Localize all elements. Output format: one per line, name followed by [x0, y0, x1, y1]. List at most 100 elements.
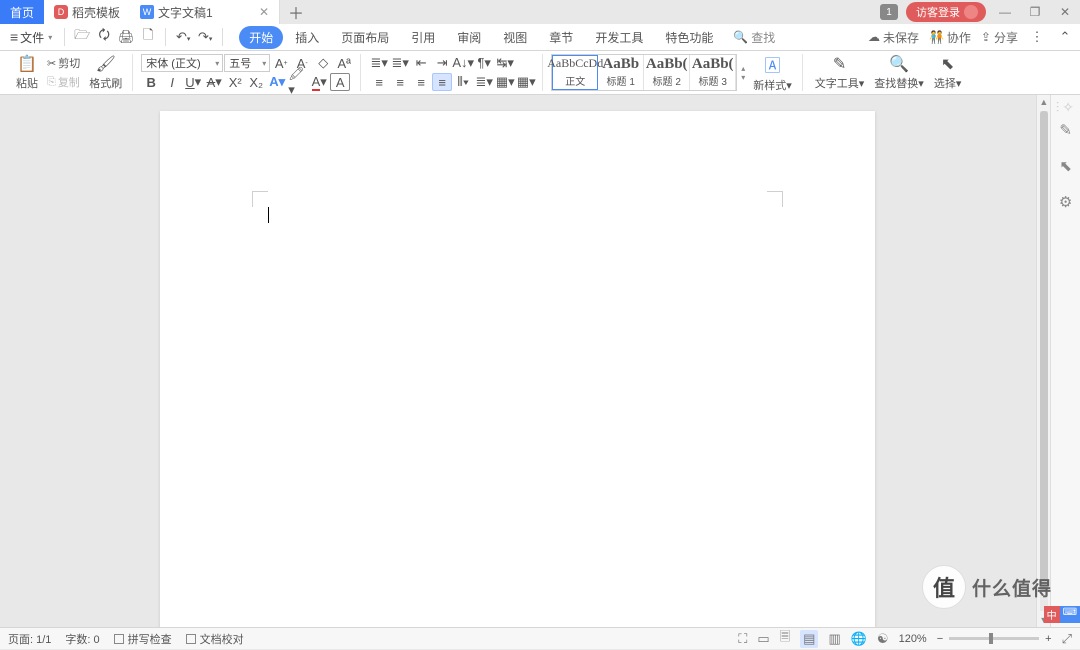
close-tab-icon[interactable]: ✕ [259, 5, 269, 19]
settings-tool-icon[interactable]: ⚙ [1057, 193, 1075, 211]
share-button[interactable]: ⇪分享 [981, 29, 1018, 46]
superscript-button[interactable]: X² [225, 73, 245, 91]
increase-indent-button[interactable]: ⇥ [432, 54, 452, 72]
tab-stops-button[interactable]: ↹▾ [495, 54, 515, 72]
style-3[interactable]: AaBb(标题 3 [690, 55, 736, 90]
tab-home[interactable]: 首页 [0, 0, 44, 24]
zoom-slider[interactable]: − + [937, 633, 1052, 645]
nightmode-icon[interactable]: ☯ [877, 631, 889, 647]
collapse-ribbon-icon[interactable]: ⌃ [1056, 29, 1074, 45]
font-size-select[interactable]: 五号 [224, 54, 270, 72]
tab-docell-templates[interactable]: D 稻壳模板 [44, 0, 130, 24]
char-border-button[interactable]: A [330, 73, 350, 91]
zoom-out-icon[interactable]: − [937, 633, 943, 645]
save-icon[interactable]: 🗘 [95, 26, 113, 48]
bullets-button[interactable]: ≣▾ [369, 54, 389, 72]
ribbon-tab-1[interactable]: 插入 [285, 26, 329, 49]
window-maximize-button[interactable]: ❐ [1024, 5, 1046, 19]
window-minimize-button[interactable]: — [994, 5, 1016, 19]
pointer-tool-icon[interactable]: ⬉ [1057, 157, 1075, 175]
ribbon-tab-7[interactable]: 开发工具 [585, 26, 653, 49]
italic-button[interactable]: I [162, 73, 182, 91]
guest-login-button[interactable]: 访客登录 [906, 2, 986, 22]
eye-protect-icon[interactable]: 🌐 [851, 631, 867, 647]
new-style-button[interactable]: 🄰新样式▾ [749, 52, 796, 93]
ribbon-tab-3[interactable]: 引用 [401, 26, 445, 49]
more-icon[interactable]: ⋮ [1028, 29, 1046, 45]
style-1[interactable]: AaBb标题 1 [598, 55, 644, 90]
format-painter-button[interactable]: 🖌格式刷 [85, 54, 126, 91]
fullscreen-icon[interactable]: ⛶ [738, 631, 747, 647]
text-effects-button[interactable]: A▾ [267, 73, 287, 91]
tab-document[interactable]: W 文字文稿1 ✕ [130, 0, 280, 24]
strikethrough-button[interactable]: A▾ [204, 73, 224, 91]
proofread-toggle[interactable]: 文档校对 [186, 631, 244, 647]
numbering-button[interactable]: ≣▾ [390, 54, 410, 72]
print-icon[interactable]: 🖨 [117, 29, 135, 45]
align-center-button[interactable]: ≡ [390, 73, 410, 91]
style-scroll[interactable]: ▴▾ [739, 64, 747, 82]
undo-button[interactable]: ↶▾ [174, 29, 192, 45]
new-tab-button[interactable]: ＋ [280, 0, 312, 24]
page-1[interactable] [160, 111, 875, 627]
text-tools-button[interactable]: ✎文字工具▾ [811, 54, 869, 91]
reading-mode-icon[interactable]: ▭ [757, 631, 769, 647]
search-box[interactable]: 🔍 查找 [733, 29, 775, 46]
zoom-value[interactable]: 120% [899, 633, 927, 645]
collaborate-button[interactable]: 🧑‍🤝‍🧑协作 [929, 29, 971, 46]
subscript-button[interactable]: X₂ [246, 73, 266, 91]
print-preview-icon[interactable]: 🗋 [139, 26, 157, 48]
pen-tool-icon[interactable]: ✎ [1057, 121, 1075, 139]
ribbon-tab-6[interactable]: 章节 [539, 26, 583, 49]
vertical-scrollbar[interactable]: ▲ ▼ [1036, 95, 1050, 627]
bold-button[interactable]: B [141, 73, 161, 91]
decrease-indent-button[interactable]: ⇤ [411, 54, 431, 72]
window-close-button[interactable]: ✕ [1054, 5, 1076, 19]
distributed-button[interactable]: ⫴▾ [453, 73, 473, 91]
change-case-button[interactable]: Aª [334, 54, 354, 72]
open-icon[interactable]: 🗁 [73, 26, 91, 48]
ime-badge[interactable]: 中⌨ [1044, 606, 1080, 623]
line-spacing-button[interactable]: ≣▾ [474, 73, 494, 91]
sort-button[interactable]: A↓▾ [453, 54, 473, 72]
page-indicator[interactable]: 页面: 1/1 [8, 631, 51, 647]
clear-formatting-button[interactable]: ◇ [313, 54, 333, 72]
redo-button[interactable]: ↷▾ [196, 29, 214, 45]
file-menu[interactable]: ≡ 文件 ▾ [6, 29, 56, 46]
borders-button[interactable]: ▦▾ [516, 73, 536, 91]
ribbon-tab-2[interactable]: 页面布局 [331, 26, 399, 49]
fit-page-icon[interactable]: ⤢ [1062, 631, 1072, 647]
page-layout-icon[interactable]: ▤ [800, 630, 818, 648]
word-count[interactable]: 字数: 0 [65, 631, 99, 647]
cut-button[interactable]: ✂剪切 [44, 54, 83, 72]
ribbon-tab-4[interactable]: 审阅 [447, 26, 491, 49]
scroll-thumb[interactable] [1040, 111, 1048, 591]
find-replace-button[interactable]: 🔍查找替换▾ [870, 54, 928, 91]
style-gallery[interactable]: AaBbCcDd正文AaBb标题 1AaBb(标题 2AaBb(标题 3 [551, 54, 737, 91]
ribbon-tab-5[interactable]: 视图 [493, 26, 537, 49]
justify-button[interactable]: ≡ [432, 73, 452, 91]
font-family-select[interactable]: 宋体 (正文) [141, 54, 223, 72]
shading-button[interactable]: ▦▾ [495, 73, 515, 91]
style-2[interactable]: AaBb(标题 2 [644, 55, 690, 90]
select-button[interactable]: ⬉选择▾ [930, 54, 966, 91]
paste-button[interactable]: 📋粘贴 [12, 54, 42, 91]
outline-mode-icon[interactable]: 🗏 [780, 628, 790, 650]
highlight-button[interactable]: 🖍▾ [288, 73, 308, 91]
style-0[interactable]: AaBbCcDd正文 [552, 55, 598, 90]
copy-button[interactable]: ⎘复制 [44, 73, 83, 91]
zoom-in-icon[interactable]: + [1045, 633, 1051, 645]
font-color-button[interactable]: A▾ [309, 73, 329, 91]
underline-button[interactable]: U▾ [183, 73, 203, 91]
ribbon-tab-8[interactable]: 特色功能 [655, 26, 723, 49]
align-right-button[interactable]: ≡ [411, 73, 431, 91]
ribbon-tab-0[interactable]: 开始 [239, 26, 283, 49]
unsaved-indicator[interactable]: ☁未保存 [868, 29, 919, 46]
scroll-up-icon[interactable]: ▲ [1039, 95, 1048, 109]
notification-badge[interactable]: 1 [880, 4, 898, 20]
web-layout-icon[interactable]: ▥ [828, 631, 840, 647]
document-canvas[interactable] [0, 95, 1036, 627]
align-left-button[interactable]: ≡ [369, 73, 389, 91]
show-marks-button[interactable]: ¶▾ [474, 54, 494, 72]
spellcheck-toggle[interactable]: 拼写检查 [114, 631, 172, 647]
